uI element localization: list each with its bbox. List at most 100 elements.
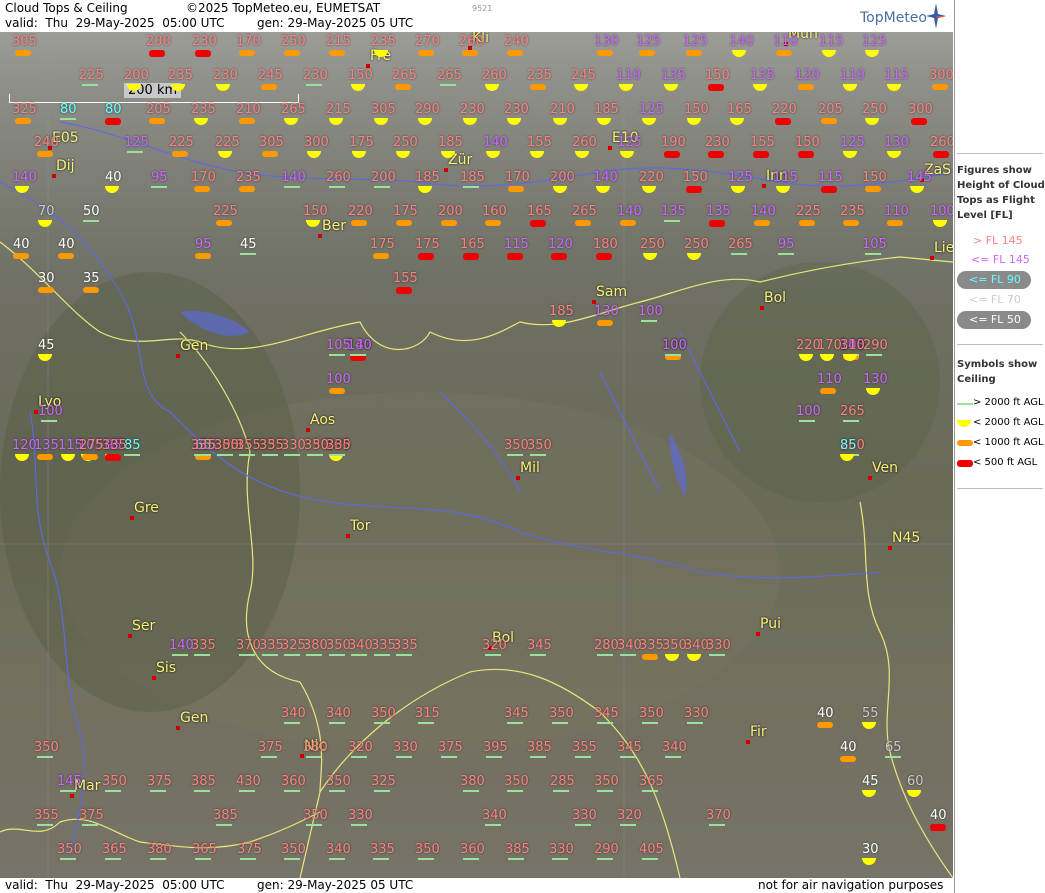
ceiling-green-icon xyxy=(306,84,322,86)
ceiling-green-icon xyxy=(195,858,211,860)
ceiling-red-icon xyxy=(105,118,121,125)
ceiling-orange-icon xyxy=(396,220,412,226)
legend-symbol-yellow: < 2000 ft AGL xyxy=(955,415,1045,433)
ceiling-green-icon xyxy=(60,118,76,120)
cloud-top-value: 290 xyxy=(415,102,440,117)
cloud-top-value: 185 xyxy=(549,304,574,319)
cloud-top-value: 50 xyxy=(83,204,100,219)
cloud-top-value: 265 xyxy=(572,204,597,219)
cloud-top-value: 115 xyxy=(884,68,909,83)
cloud-top-value: 355 xyxy=(236,438,261,453)
cloud-top-value: 110 xyxy=(840,68,865,83)
ceiling-green-icon xyxy=(508,858,524,860)
cloud-top-value: 110 xyxy=(884,204,909,219)
ceiling-red-icon xyxy=(105,454,121,461)
ceiling-green-icon xyxy=(665,756,681,758)
cloud-top-value: 335 xyxy=(370,842,395,857)
cloud-top-value: 305 xyxy=(371,102,396,117)
cloud-top-value: 125 xyxy=(639,102,664,117)
ceiling-green-icon xyxy=(620,824,636,826)
cloud-top-value: 30 xyxy=(38,271,55,286)
cloud-top-value: 340 xyxy=(482,808,507,823)
cloud-top-value: 350 xyxy=(57,842,82,857)
cloud-top-value: 325 xyxy=(371,774,396,789)
cloud-top-value: 405 xyxy=(639,842,664,857)
cloud-top-value: 40 xyxy=(930,808,947,823)
city-label: Bol xyxy=(764,290,787,306)
header-bar: Cloud Tops & Ceiling ©2025 TopMeteo.eu, … xyxy=(0,0,953,32)
ceiling-green-icon xyxy=(329,654,345,656)
ceiling-green-icon xyxy=(60,858,76,860)
cloud-top-value: 105 xyxy=(862,237,887,252)
cloud-top-value: 260 xyxy=(482,68,507,83)
cloud-top-value: 110 xyxy=(817,372,842,387)
ceiling-green-icon xyxy=(172,654,188,656)
cloud-top-value: 40 xyxy=(817,706,834,721)
ceiling-orange-icon xyxy=(462,50,478,56)
cloud-top-value: 170 xyxy=(236,34,261,49)
cloud-top-value: 305 xyxy=(259,135,284,150)
cloud-top-value: 165 xyxy=(527,204,552,219)
cloud-top-value: 345 xyxy=(617,740,642,755)
ceiling-red-icon xyxy=(911,118,927,125)
cloud-top-value: 225 xyxy=(79,68,104,83)
ceiling-orange-icon xyxy=(58,253,74,259)
legend-level-2: <= FL 145 xyxy=(971,253,1030,266)
city-marker xyxy=(762,184,766,188)
topmeteo-logo[interactable]: TopMeteo xyxy=(860,10,927,26)
ceiling-green-icon xyxy=(239,654,255,656)
legend-divider xyxy=(957,488,1043,489)
city-marker xyxy=(130,516,134,520)
cloud-top-value: 350 xyxy=(326,774,351,789)
cloud-top-value: 235 xyxy=(840,204,865,219)
ceiling-orange-icon xyxy=(686,50,702,56)
cloud-top-value: 290 xyxy=(594,842,619,857)
cloud-top-value: 95 xyxy=(195,237,212,252)
cloud-top-value: 40 xyxy=(840,740,857,755)
cloud-top-value: 145 xyxy=(57,774,82,789)
cloud-top-value: 150 xyxy=(684,102,709,117)
cloud-top-value: 40 xyxy=(105,170,122,185)
ceiling-green-icon xyxy=(485,824,501,826)
ceiling-red-icon xyxy=(708,151,724,158)
legend-level-5: <= FL 50 xyxy=(955,311,1045,329)
ceiling-red-icon xyxy=(753,151,769,158)
ceiling-red-icon xyxy=(933,151,949,158)
ceiling-orange-icon xyxy=(261,84,277,90)
ceiling-green-icon xyxy=(486,756,502,758)
ceiling-green-icon xyxy=(351,756,367,758)
ceiling-green-icon xyxy=(194,790,210,792)
cloud-top-value: 45 xyxy=(38,338,55,353)
cloud-top-value: 215 xyxy=(326,102,351,117)
city-marker xyxy=(176,354,180,358)
ceiling-green-icon xyxy=(641,320,657,322)
cloud-top-value: 155 xyxy=(527,135,552,150)
ceiling-green-icon xyxy=(105,858,121,860)
ceiling-green-icon xyxy=(240,253,256,255)
cloud-top-value: 110 xyxy=(616,68,641,83)
cloud-top-value: 350 xyxy=(662,638,687,653)
ceiling-orange-icon xyxy=(820,388,836,394)
cloud-top-value: 155 xyxy=(750,135,775,150)
cloud-top-value: 365 xyxy=(639,774,664,789)
ceiling-orange-icon xyxy=(351,220,367,226)
ceiling-orange-icon xyxy=(13,253,29,259)
cloud-top-value: 385 xyxy=(191,774,216,789)
cloud-top-value: 380 xyxy=(303,638,328,653)
cloud-top-value: 335 xyxy=(102,438,127,453)
cloud-top-value: 140 xyxy=(483,135,508,150)
cloud-top-value: 225 xyxy=(169,135,194,150)
cloud-top-value: 120 xyxy=(548,237,573,252)
ceiling-green-icon xyxy=(329,454,345,456)
ceiling-orange-icon xyxy=(37,454,53,460)
cloud-top-value: 140 xyxy=(281,170,306,185)
cloud-top-value: 125 xyxy=(636,34,661,49)
ceiling-green-icon xyxy=(194,454,210,456)
ceiling-green-icon xyxy=(642,722,658,724)
ceiling-orange-icon xyxy=(149,118,165,124)
ceiling-orange-icon xyxy=(194,186,210,192)
satellite-map[interactable]: 200 km FreMunKliDijZürInnBerLieSamBolGen… xyxy=(0,32,953,878)
cloud-top-value: 330 xyxy=(348,808,373,823)
ceiling-orange-icon xyxy=(507,50,523,56)
cloud-top-value: 100 xyxy=(38,404,63,419)
